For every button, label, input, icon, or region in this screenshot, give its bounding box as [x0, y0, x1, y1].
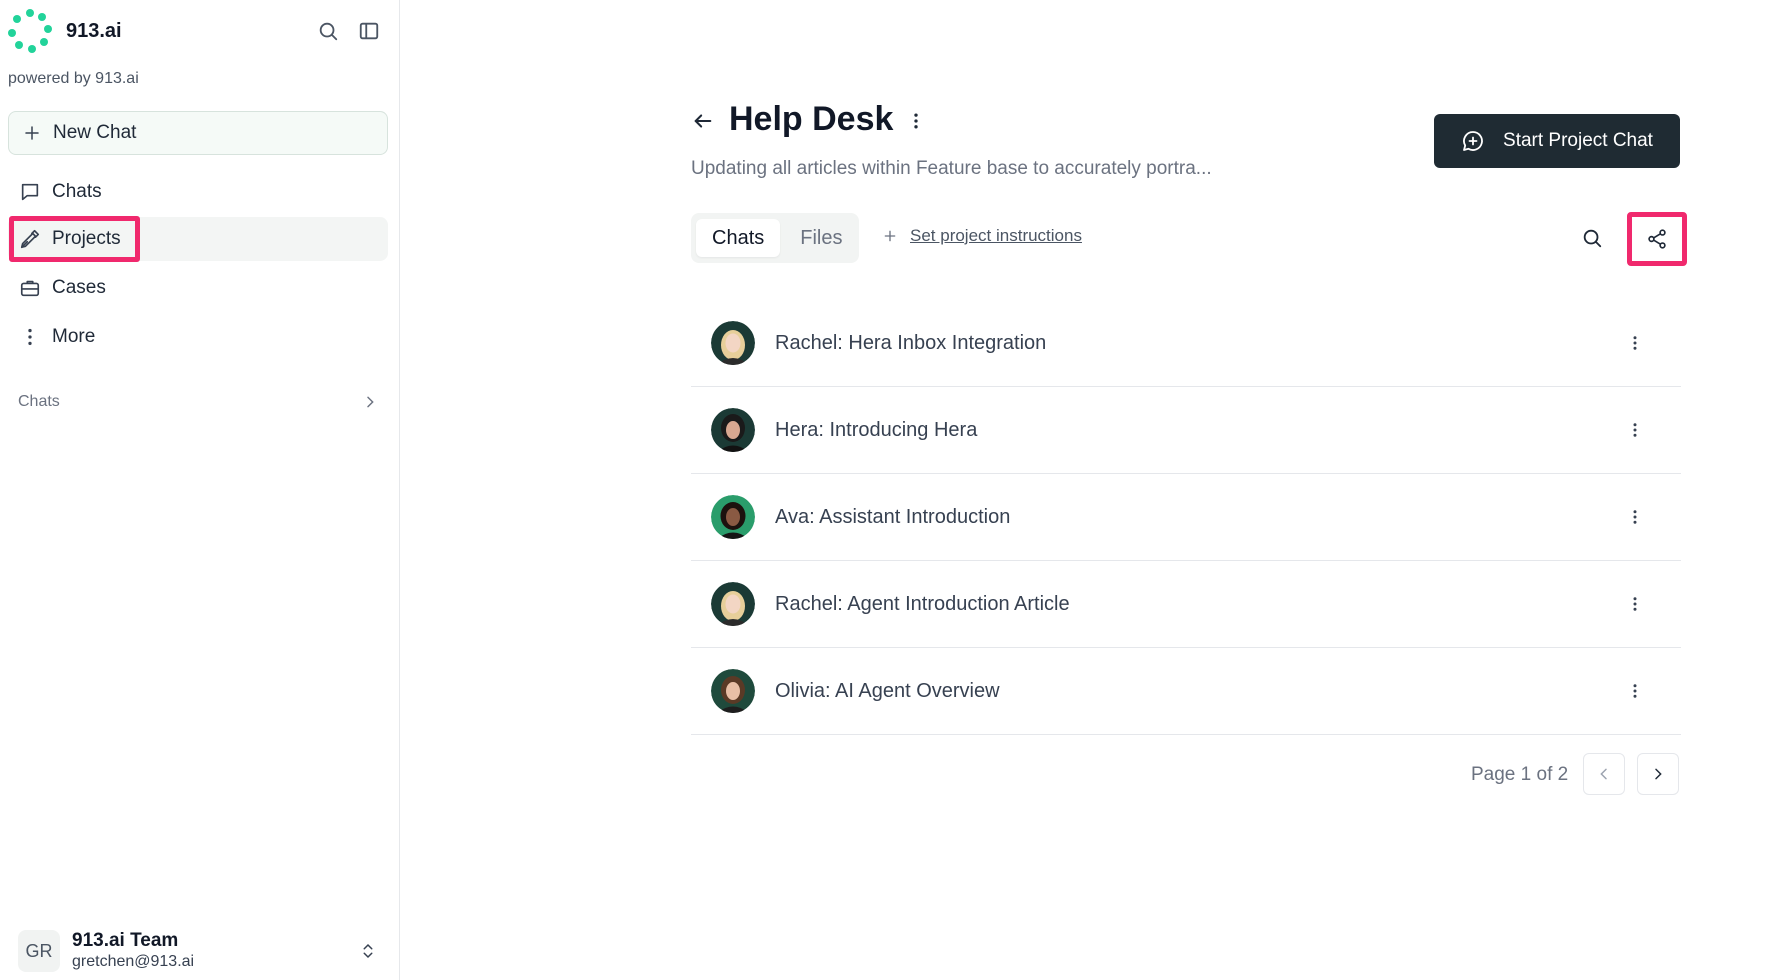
- more-vertical-icon: [1633, 423, 1637, 437]
- chat-title: Ava: Assistant Introduction: [775, 505, 1011, 528]
- share-button[interactable]: [1627, 212, 1687, 266]
- page-title: Help Desk: [729, 100, 894, 138]
- share-icon: [1648, 229, 1666, 249]
- set-project-instructions-label: Set project instructions: [910, 226, 1082, 245]
- chevron-left-icon: [1600, 768, 1607, 780]
- start-project-chat-label: Start Project Chat: [1503, 130, 1653, 151]
- table-row[interactable]: Ava: Assistant Introduction: [691, 474, 1681, 561]
- logo-icon: [8, 9, 52, 53]
- search-icon: [1583, 229, 1602, 248]
- chevron-up-down-icon: [356, 939, 380, 963]
- avatar: [711, 582, 755, 626]
- chevron-right-icon: [367, 396, 374, 408]
- chevron-right-icon: [1655, 768, 1662, 780]
- next-page-button[interactable]: [1637, 753, 1679, 795]
- briefcase-icon: [18, 276, 42, 300]
- toggle-sidebar-button[interactable]: [356, 18, 382, 44]
- user-menu[interactable]: GR 913.ai Team gretchen@913.ai: [18, 928, 380, 974]
- more-vertical-icon: [914, 113, 918, 129]
- message-square-icon: [18, 180, 42, 204]
- table-row[interactable]: Hera: Introducing Hera: [691, 387, 1681, 474]
- user-email: gretchen@913.ai: [72, 953, 195, 970]
- search-button[interactable]: [315, 18, 341, 44]
- chats-section-toggle[interactable]: Chats: [18, 390, 378, 414]
- tab-chats[interactable]: Chats: [696, 219, 781, 257]
- pen-tool-icon: [18, 227, 42, 251]
- chat-title: Hera: Introducing Hera: [775, 418, 978, 441]
- set-project-instructions-link[interactable]: Set project instructions: [882, 226, 1082, 246]
- back-button[interactable]: [690, 108, 716, 134]
- chat-options-button[interactable]: [1625, 417, 1645, 443]
- avatar: [711, 669, 755, 713]
- sidebar-item-more[interactable]: More: [8, 315, 388, 359]
- avatar: GR: [18, 930, 60, 972]
- brand-name: 913.ai: [66, 19, 122, 42]
- sidebar-item-cases[interactable]: Cases: [8, 266, 388, 310]
- arrow-left-icon: [694, 114, 712, 128]
- table-row[interactable]: Rachel: Hera Inbox Integration: [691, 300, 1681, 387]
- previous-page-button[interactable]: [1583, 753, 1625, 795]
- table-row[interactable]: Olivia: AI Agent Overview: [691, 648, 1681, 735]
- tab-files[interactable]: Files: [784, 219, 858, 257]
- avatar: [711, 408, 755, 452]
- search-chats-button[interactable]: [1578, 224, 1606, 252]
- powered-by: powered by 913.ai: [8, 70, 139, 87]
- chat-options-button[interactable]: [1625, 330, 1645, 356]
- avatar: [711, 321, 755, 365]
- sidebar-panel-icon: [359, 22, 379, 40]
- chat-options-button[interactable]: [1625, 504, 1645, 530]
- plus-icon: [25, 126, 39, 140]
- chat-title: Olivia: AI Agent Overview: [775, 679, 1000, 702]
- sidebar-item-label: Chats: [52, 181, 102, 202]
- search-icon: [319, 22, 338, 41]
- sidebar-item-chats[interactable]: Chats: [8, 170, 388, 214]
- more-vertical-icon: [1633, 510, 1637, 524]
- new-chat-button[interactable]: New Chat: [8, 111, 388, 155]
- message-plus-icon: [1463, 131, 1483, 151]
- tab-bar: Chats Files: [691, 213, 859, 263]
- sidebar: 913.ai powered by 913.ai New Chat Chats …: [0, 0, 400, 980]
- chat-title: Rachel: Agent Introduction Article: [775, 592, 1070, 615]
- new-chat-label: New Chat: [53, 122, 137, 143]
- avatar: [711, 495, 755, 539]
- project-options-button[interactable]: [906, 108, 926, 134]
- project-description: Updating all articles within Feature bas…: [691, 158, 1212, 179]
- brand[interactable]: 913.ai: [8, 9, 122, 53]
- chat-list: Rachel: Hera Inbox Integration Hera: Int…: [691, 300, 1681, 735]
- chat-options-button[interactable]: [1625, 591, 1645, 617]
- more-vertical-icon: [1633, 684, 1637, 698]
- start-project-chat-button[interactable]: Start Project Chat: [1434, 114, 1680, 168]
- chat-title: Rachel: Hera Inbox Integration: [775, 331, 1047, 354]
- more-vertical-icon: [1633, 336, 1637, 350]
- section-label: Chats: [18, 393, 60, 410]
- pagination-label: Page 1 of 2: [1471, 764, 1569, 785]
- chat-options-button[interactable]: [1625, 678, 1645, 704]
- more-vertical-icon: [18, 325, 42, 349]
- sidebar-item-projects[interactable]: Projects: [8, 217, 388, 261]
- table-row[interactable]: Rachel: Agent Introduction Article: [691, 561, 1681, 648]
- sidebar-item-label: Projects: [52, 228, 121, 249]
- sidebar-item-label: Cases: [52, 277, 106, 298]
- plus-icon: [884, 230, 896, 242]
- more-vertical-icon: [1633, 597, 1637, 611]
- sidebar-item-label: More: [52, 326, 96, 347]
- user-name: 913.ai Team: [72, 930, 179, 951]
